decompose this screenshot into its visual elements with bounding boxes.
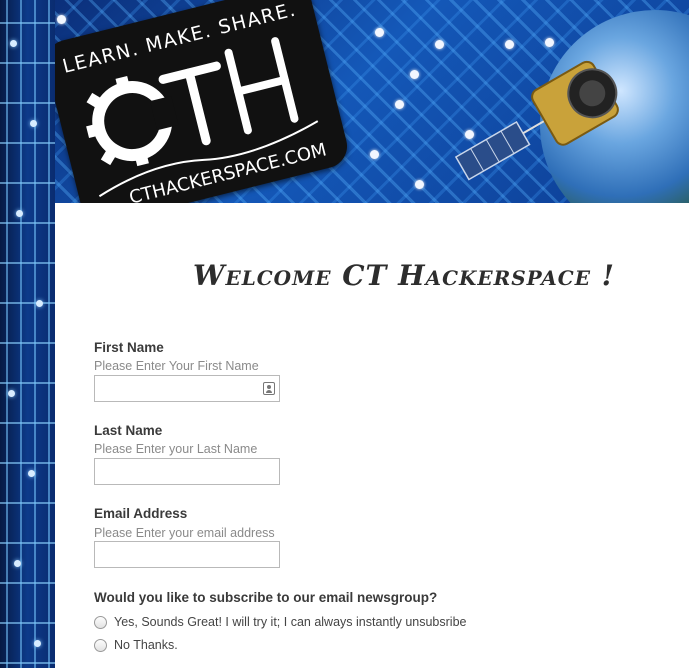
satellite-image — [454, 60, 619, 181]
circuit-pad — [415, 180, 424, 189]
side-circuit-background — [0, 0, 55, 668]
first-name-hint: Please Enter Your First Name — [94, 359, 259, 373]
last-name-hint: Please Enter your Last Name — [94, 442, 258, 456]
contact-card-icon[interactable] — [263, 382, 275, 395]
circuit-node — [8, 390, 15, 397]
last-name-label: Last Name — [94, 423, 163, 438]
logo-tagline: LEARN. MAKE. SHARE. — [60, 0, 298, 78]
cthackerspace-logo: LEARN. MAKE. SHARE. CTHACKERSPACE.COM — [55, 0, 352, 203]
header-banner: LEARN. MAKE. SHARE. CTHACKERSPACE.COM — [55, 0, 689, 203]
last-name-input[interactable] — [94, 458, 280, 485]
circuit-pad — [395, 100, 404, 109]
first-name-label: First Name — [94, 340, 164, 355]
subscribe-option-yes-label[interactable]: Yes, Sounds Great! I will try it; I can … — [114, 615, 466, 629]
first-name-input[interactable] — [94, 375, 280, 402]
circuit-pad — [375, 28, 384, 37]
subscribe-option-no-label[interactable]: No Thanks. — [114, 638, 178, 652]
circuit-pad — [370, 150, 379, 159]
email-hint: Please Enter your email address — [94, 526, 275, 540]
circuit-pad — [57, 15, 66, 24]
email-input[interactable] — [94, 541, 280, 568]
circuit-pad — [410, 70, 419, 79]
circuit-node — [34, 640, 41, 647]
circuit-pad — [435, 40, 444, 49]
circuit-node — [10, 40, 17, 47]
form-panel: Welcome CT Hackerspace ! First Name Plea… — [55, 203, 689, 668]
page-title: Welcome CT Hackerspace ! — [193, 259, 615, 292]
tools-icon — [224, 37, 299, 135]
subscribe-question: Would you like to subscribe to our email… — [94, 590, 438, 605]
radio-button[interactable] — [94, 639, 107, 652]
gear-icon — [86, 75, 179, 167]
radio-button[interactable] — [94, 616, 107, 629]
email-label: Email Address — [94, 506, 188, 521]
circuit-node — [16, 210, 23, 217]
circuit-node — [30, 120, 37, 127]
circuit-node — [14, 560, 21, 567]
circuit-node — [28, 470, 35, 477]
circuit-node — [36, 300, 43, 307]
